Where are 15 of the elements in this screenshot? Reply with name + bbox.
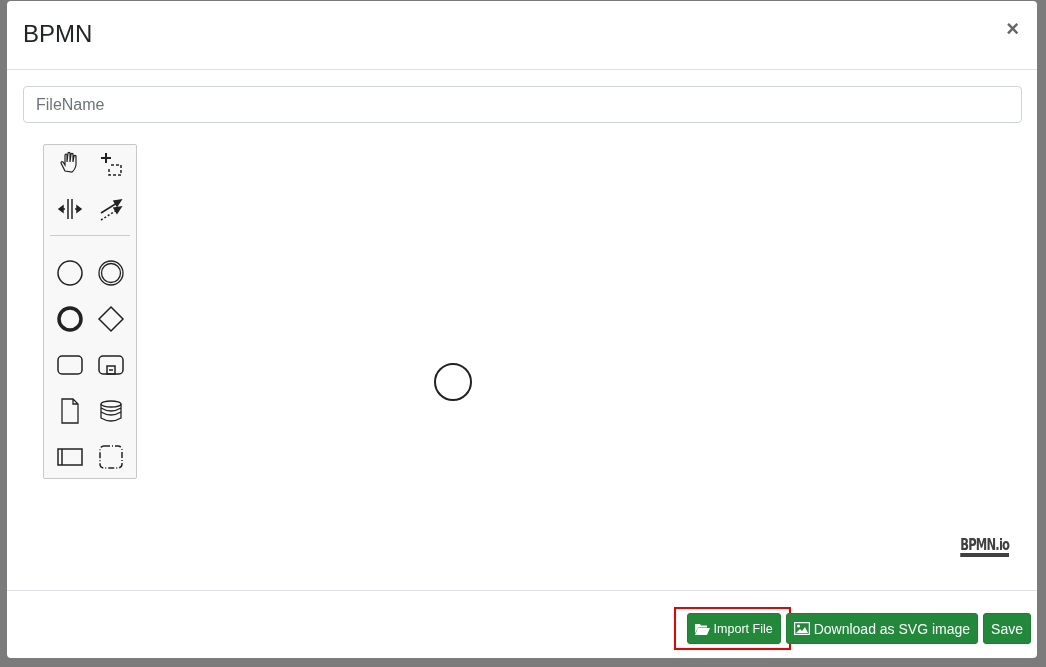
image-icon [793,622,810,635]
logo[interactable]: BPMN.io [960,536,1009,557]
action-button[interactable]: Download as SVG image [785,613,979,644]
close-button[interactable]: × [1002,16,1023,42]
dashed-rectangle-icon[interactable] [96,443,125,471]
circle-icon[interactable] [55,259,84,287]
dialog-title: BPMN [23,20,93,48]
thick-circle-icon[interactable] [55,305,84,333]
diamond-icon[interactable] [96,305,125,333]
start-event-circle[interactable] [433,362,473,402]
action-button[interactable]: Save [983,613,1031,644]
filename-field[interactable]: FileName [23,86,1022,123]
folder-icon [694,622,710,635]
double-circle-icon[interactable] [96,259,125,287]
action-button[interactable]: Import File [686,613,781,644]
